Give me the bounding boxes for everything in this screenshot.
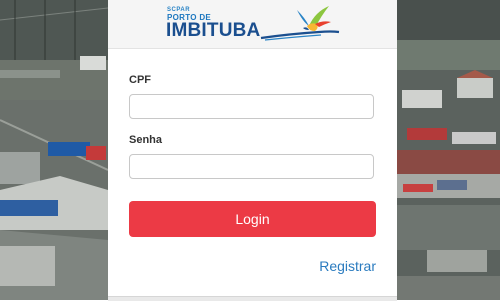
porto-imbituba-logo: SCPAR PORTO DE IMBITUBA bbox=[166, 4, 346, 44]
login-card: SCPAR PORTO DE IMBITUBA CPF Senha Login … bbox=[108, 0, 397, 301]
background-port-left bbox=[0, 0, 108, 300]
card-footer bbox=[108, 296, 397, 301]
register-link[interactable]: Registrar bbox=[314, 258, 376, 274]
logo-imbituba-text: IMBITUBA bbox=[166, 20, 261, 41]
senha-label: Senha bbox=[129, 134, 163, 146]
login-button[interactable]: Login bbox=[129, 201, 376, 237]
cpf-input[interactable] bbox=[129, 94, 374, 119]
cpf-label: CPF bbox=[129, 74, 151, 86]
senha-password-input[interactable] bbox=[129, 154, 374, 179]
background-port-right bbox=[397, 0, 500, 300]
card-header: SCPAR PORTO DE IMBITUBA bbox=[108, 0, 397, 49]
bird-logo-icon bbox=[260, 6, 340, 41]
